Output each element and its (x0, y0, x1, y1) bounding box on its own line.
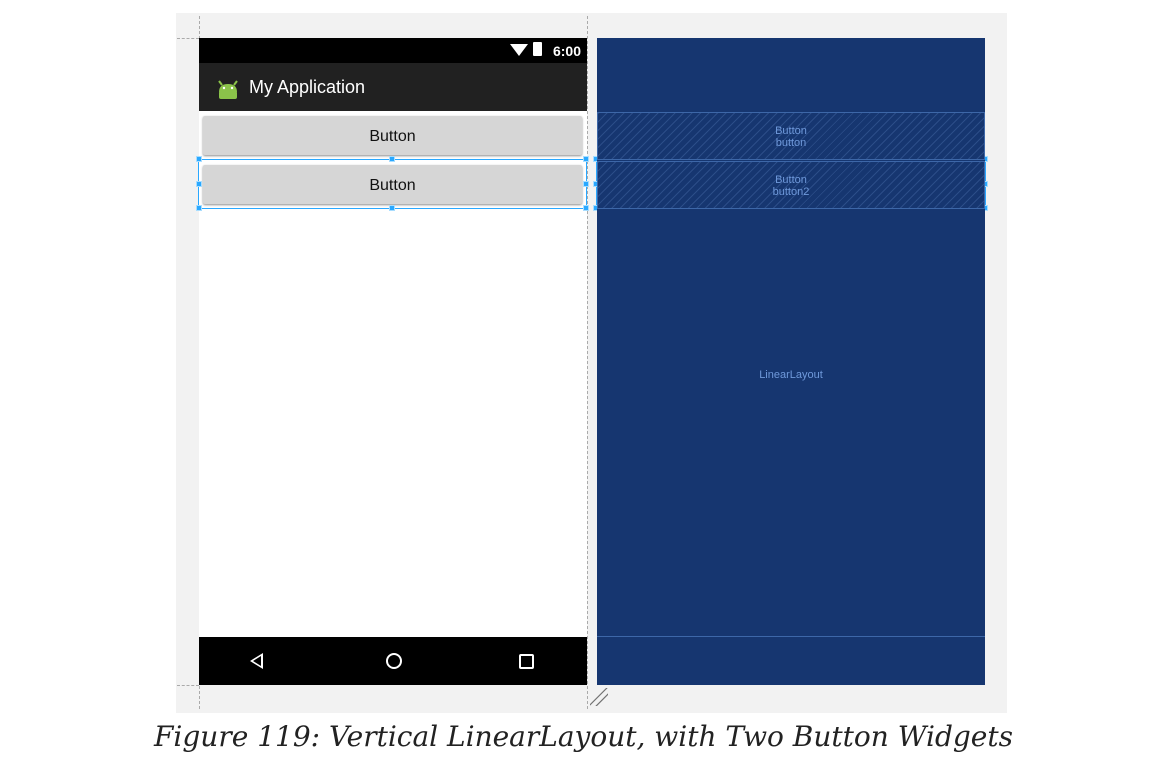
resize-handle[interactable] (196, 205, 202, 211)
resize-handle[interactable] (196, 156, 202, 162)
status-bar: 6:00 (199, 38, 587, 63)
wifi-icon (510, 44, 528, 56)
blueprint-button-widget-1[interactable]: Button button (597, 112, 985, 160)
resize-handle[interactable] (583, 205, 589, 211)
blueprint-widget-type: Button (775, 125, 807, 137)
resize-handle[interactable] (389, 156, 395, 162)
back-icon[interactable] (250, 653, 263, 669)
design-guide-bottom (177, 685, 199, 686)
resize-handle[interactable] (196, 181, 202, 187)
blueprint-widget-type: Button (775, 174, 807, 186)
home-icon[interactable] (386, 653, 402, 669)
app-bar: My Application (199, 63, 587, 111)
recent-apps-icon[interactable] (519, 654, 534, 669)
resize-handle[interactable] (583, 181, 589, 187)
blueprint-button-widget-2[interactable]: Button button2 (597, 161, 985, 209)
status-time: 6:00 (552, 43, 581, 59)
resize-grip-icon[interactable] (590, 688, 608, 706)
blueprint-widget-id: button2 (772, 186, 810, 198)
figure-caption: Figure 119: Vertical LinearLayout, with … (154, 720, 1013, 753)
app-title: My Application (249, 77, 366, 97)
android-icon (218, 80, 238, 99)
resize-handle[interactable] (389, 205, 395, 211)
linear-layout-label: LinearLayout (759, 369, 823, 381)
battery-icon (533, 42, 542, 56)
resize-handle[interactable] (583, 156, 589, 162)
design-guide-center (587, 16, 588, 709)
blueprint-system-bar-divider (597, 636, 985, 637)
design-guide-top (177, 38, 199, 39)
blueprint-widget-id: button (775, 137, 807, 149)
navigation-bar (199, 637, 587, 685)
blueprint-view: Button button Button button2 LinearLayou… (597, 38, 985, 685)
preview-button-1[interactable]: Button (203, 116, 582, 155)
design-preview-device: 6:00 My Application Button Button (199, 38, 587, 685)
selected-button-outline-design[interactable] (198, 159, 587, 209)
